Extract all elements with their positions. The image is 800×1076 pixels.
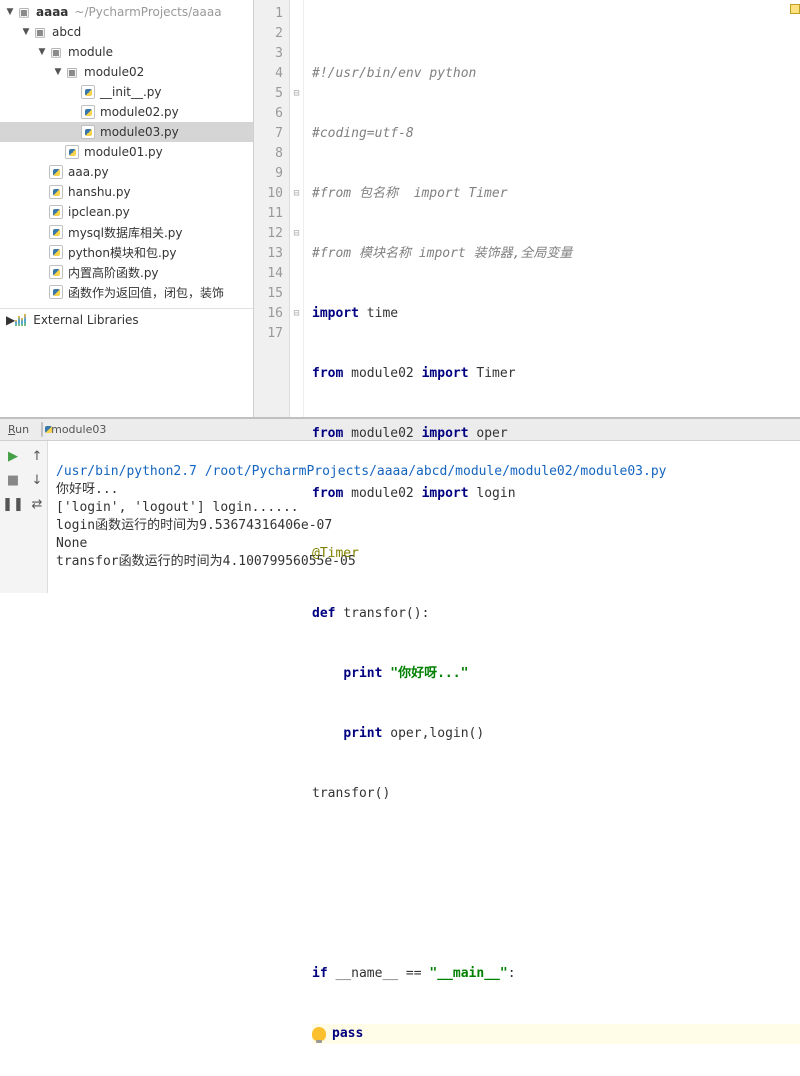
scroll-up-button[interactable]: ↑: [26, 445, 48, 467]
tree-label: python模块和包.py: [68, 244, 177, 261]
python-file-icon: [80, 104, 96, 120]
tree-file-aaa[interactable]: aaa.py: [0, 162, 253, 182]
run-toolbar: ▶ ↑ ■ ↓ ❚❚ ⇄: [0, 441, 48, 593]
code-editor[interactable]: 1234567891011121314151617 ⊟⊟⊟⊟ #!/usr/bi…: [254, 0, 800, 417]
chevron-down-icon: ▼: [52, 66, 64, 78]
code-text: import: [312, 306, 359, 321]
run-config-name: module03: [51, 423, 106, 436]
chevron-down-icon: ▼: [36, 46, 48, 58]
tree-file-module03[interactable]: module03.py: [0, 122, 253, 142]
python-file-icon: [64, 144, 80, 160]
tree-label: module03.py: [100, 125, 179, 139]
tree-file-module02[interactable]: module02.py: [0, 102, 253, 122]
python-file-icon: [48, 244, 64, 260]
tree-label: module02.py: [100, 105, 179, 119]
error-stripe[interactable]: [790, 4, 800, 14]
tree-label: 函数作为返回值，闭包，装饰: [68, 284, 224, 301]
library-icon: [15, 314, 29, 326]
project-tree[interactable]: ▼ ▣ aaaa ~/PycharmProjects/aaaa ▼ ▣ abcd…: [0, 0, 254, 417]
scroll-down-button[interactable]: ↓: [26, 469, 48, 491]
folder-icon: ▣: [16, 4, 32, 20]
python-file-icon: [48, 164, 64, 180]
tree-file-ipclean[interactable]: ipclean.py: [0, 202, 253, 222]
run-label: Run: [8, 423, 29, 436]
tree-label: module01.py: [84, 145, 163, 159]
console-line: ['login', 'logout'] login......: [56, 500, 299, 515]
python-file-icon: [80, 84, 96, 100]
python-file-icon: [48, 184, 64, 200]
tree-file-module01[interactable]: module01.py: [0, 142, 253, 162]
stop-button[interactable]: ■: [2, 469, 24, 491]
tree-label: mysql数据库相关.py: [68, 224, 183, 241]
tree-label: External Libraries: [33, 313, 138, 327]
code-text: transfor(): [312, 786, 390, 801]
intention-bulb-icon[interactable]: [312, 1027, 326, 1041]
tree-label: 内置高阶函数.py: [68, 264, 159, 281]
folder-icon: ▣: [48, 44, 64, 60]
tree-label: module: [68, 45, 113, 59]
soft-wrap-button[interactable]: ⇄: [26, 493, 48, 515]
tree-label: ipclean.py: [68, 205, 130, 219]
python-file-icon: [48, 204, 64, 220]
tree-label: hanshu.py: [68, 185, 131, 199]
code-text: time: [359, 306, 398, 321]
tree-folder-abcd[interactable]: ▼ ▣ abcd: [0, 22, 253, 42]
python-file-icon: [80, 124, 96, 140]
tree-file-init[interactable]: __init__.py: [0, 82, 253, 102]
python-file-icon: [48, 224, 64, 240]
tree-label: aaa.py: [68, 165, 109, 179]
tree-file-pythonmod[interactable]: python模块和包.py: [0, 242, 253, 262]
chevron-right-icon: ▶: [6, 313, 15, 327]
tree-file-mysql[interactable]: mysql数据库相关.py: [0, 222, 253, 242]
tree-root[interactable]: ▼ ▣ aaaa ~/PycharmProjects/aaaa: [0, 2, 253, 22]
rerun-button[interactable]: ▶: [2, 445, 24, 467]
console-line: login函数运行的时间为9.53674316406e-07: [56, 518, 332, 533]
console-line: 你好呀...: [56, 482, 118, 497]
tree-label: __init__.py: [100, 85, 162, 99]
tree-file-hanshu2[interactable]: 函数作为返回值，闭包，装饰: [0, 282, 253, 302]
code-text: #!/usr/bin/env python: [312, 66, 476, 81]
tree-label: abcd: [52, 25, 81, 39]
code-text: pass: [332, 1026, 363, 1041]
code-text: #from 包名称 import Timer: [312, 186, 508, 201]
chevron-down-icon: ▼: [20, 26, 32, 38]
chevron-down-icon: ▼: [4, 6, 16, 18]
code-text: #coding=utf-8: [312, 126, 414, 141]
python-file-icon: [48, 264, 64, 280]
tree-label: aaaa: [36, 5, 68, 19]
code-text: from: [312, 366, 343, 381]
external-libraries[interactable]: ▶ External Libraries: [0, 308, 253, 330]
tree-file-hanshu[interactable]: hanshu.py: [0, 182, 253, 202]
console-line: transfor函数运行的时间为4.10079956055e-05: [56, 554, 356, 569]
folder-icon: ▣: [64, 64, 80, 80]
python-file-icon: [37, 423, 47, 436]
code-area[interactable]: #!/usr/bin/env python #coding=utf-8 #fro…: [304, 0, 800, 417]
code-text: @Timer: [312, 546, 359, 561]
line-number-gutter: 1234567891011121314151617: [254, 0, 290, 417]
tree-folder-module02[interactable]: ▼ ▣ module02: [0, 62, 253, 82]
tree-folder-module[interactable]: ▼ ▣ module: [0, 42, 253, 62]
code-text: #from 模块名称 import 装饰器,全局变量: [312, 246, 572, 261]
tree-file-neizhi[interactable]: 内置高阶函数.py: [0, 262, 253, 282]
folder-icon: ▣: [32, 24, 48, 40]
pause-button[interactable]: ❚❚: [2, 493, 24, 515]
tree-path: ~/PycharmProjects/aaaa: [74, 5, 221, 19]
python-file-icon: [48, 284, 64, 300]
fold-gutter[interactable]: ⊟⊟⊟⊟: [290, 0, 304, 417]
tree-label: module02: [84, 65, 144, 79]
console-line: None: [56, 536, 87, 551]
